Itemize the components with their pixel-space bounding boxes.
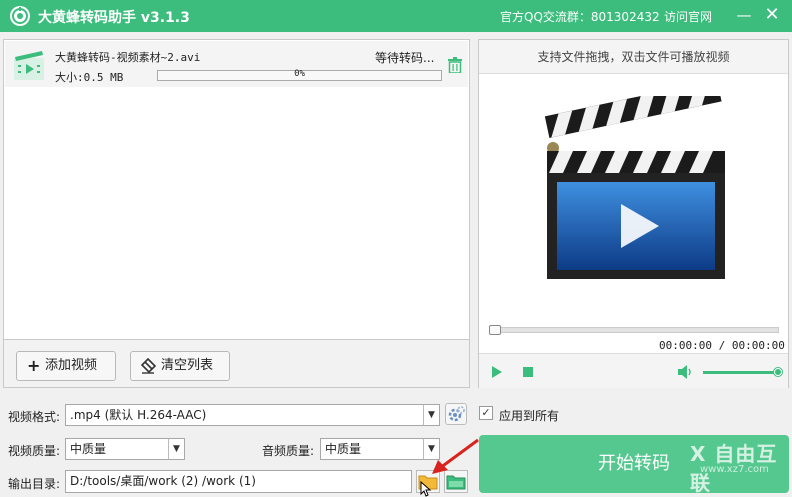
- video-quality-select[interactable]: 中质量 ▼: [65, 438, 185, 460]
- file-name: 大黄蜂转码-视频素材~2.avi: [55, 51, 201, 64]
- clapperboard-icon: [544, 96, 725, 279]
- output-dir-label: 输出目录:: [8, 477, 61, 491]
- add-video-label: 添加视频: [45, 358, 98, 373]
- trash-icon[interactable]: [448, 57, 462, 73]
- minimize-button[interactable]: —: [732, 4, 756, 26]
- clear-list-label: 清空列表: [161, 358, 214, 373]
- file-list[interactable]: 大黄蜂转码-视频素材~2.avi 等待转码... 大小:0.5 MB 0%: [3, 39, 470, 340]
- file-progress-bar: 0%: [157, 69, 442, 81]
- gear-icon: [448, 406, 465, 422]
- mouse-cursor-icon: [420, 481, 432, 497]
- app-title: 大黄蜂转码助手 v3.1.3: [38, 10, 190, 26]
- audio-quality-value: 中质量: [325, 442, 362, 456]
- clear-list-button[interactable]: 清空列表: [130, 351, 230, 381]
- file-list-item[interactable]: 大黄蜂转码-视频素材~2.avi 等待转码... 大小:0.5 MB 0%: [5, 41, 468, 87]
- watermark-url: www.xz7.com: [700, 464, 769, 475]
- add-video-button[interactable]: + 添加视频: [16, 351, 116, 381]
- file-size: 大小:0.5 MB: [55, 71, 124, 84]
- format-value: .mp4 (默认 H.264-AAC): [70, 408, 207, 422]
- seek-bar[interactable]: [489, 325, 779, 335]
- red-arrow-annotation-icon: [432, 438, 479, 474]
- preview-hint: 支持文件拖拽，双击文件可播放视频: [479, 40, 788, 74]
- video-quality-label: 视频质量:: [8, 444, 61, 458]
- format-label: 视频格式:: [8, 410, 61, 424]
- bee-logo-icon: [10, 6, 30, 26]
- close-button[interactable]: ✕: [760, 4, 784, 26]
- video-quality-value: 中质量: [70, 442, 107, 456]
- preview-panel[interactable]: 支持文件拖拽，双击文件可播放视频 00:00:00 / 00:00:00: [478, 39, 789, 388]
- apply-all-checkbox[interactable]: ✓: [479, 406, 493, 420]
- video-file-icon: [14, 51, 44, 80]
- format-settings-button[interactable]: [445, 403, 467, 425]
- apply-all-label: 应用到所有: [499, 409, 560, 423]
- plus-icon: +: [27, 356, 41, 375]
- volume-slider[interactable]: [703, 368, 782, 376]
- list-toolbar: + 添加视频 清空列表: [3, 340, 470, 388]
- title-bar: 大黄蜂转码助手 v3.1.3 官方QQ交流群：801302432 访问官网 — …: [0, 0, 792, 32]
- qq-group-text: 官方QQ交流群：801302432: [500, 10, 660, 24]
- file-status: 等待转码...: [375, 51, 435, 65]
- file-progress-text: 0%: [294, 69, 305, 79]
- player-controls: [479, 353, 788, 388]
- official-site-link[interactable]: 访问官网: [664, 8, 712, 25]
- audio-quality-label: 音频质量:: [262, 444, 315, 458]
- eraser-icon: [140, 358, 156, 374]
- chevron-down-icon: ▼: [168, 439, 184, 459]
- volume-icon[interactable]: [677, 364, 693, 380]
- output-dir-field[interactable]: D:/tools/桌面/work (2) /work (1): [65, 470, 412, 493]
- format-select[interactable]: .mp4 (默认 H.264-AAC) ▼: [65, 404, 440, 426]
- volume-handle[interactable]: [774, 368, 782, 376]
- stop-icon[interactable]: [523, 367, 533, 377]
- seek-handle[interactable]: [489, 325, 501, 335]
- audio-quality-select[interactable]: 中质量 ▼: [320, 438, 440, 460]
- play-icon[interactable]: [491, 366, 503, 378]
- chevron-down-icon: ▼: [423, 405, 439, 425]
- time-display: 00:00:00 / 00:00:00: [659, 339, 785, 352]
